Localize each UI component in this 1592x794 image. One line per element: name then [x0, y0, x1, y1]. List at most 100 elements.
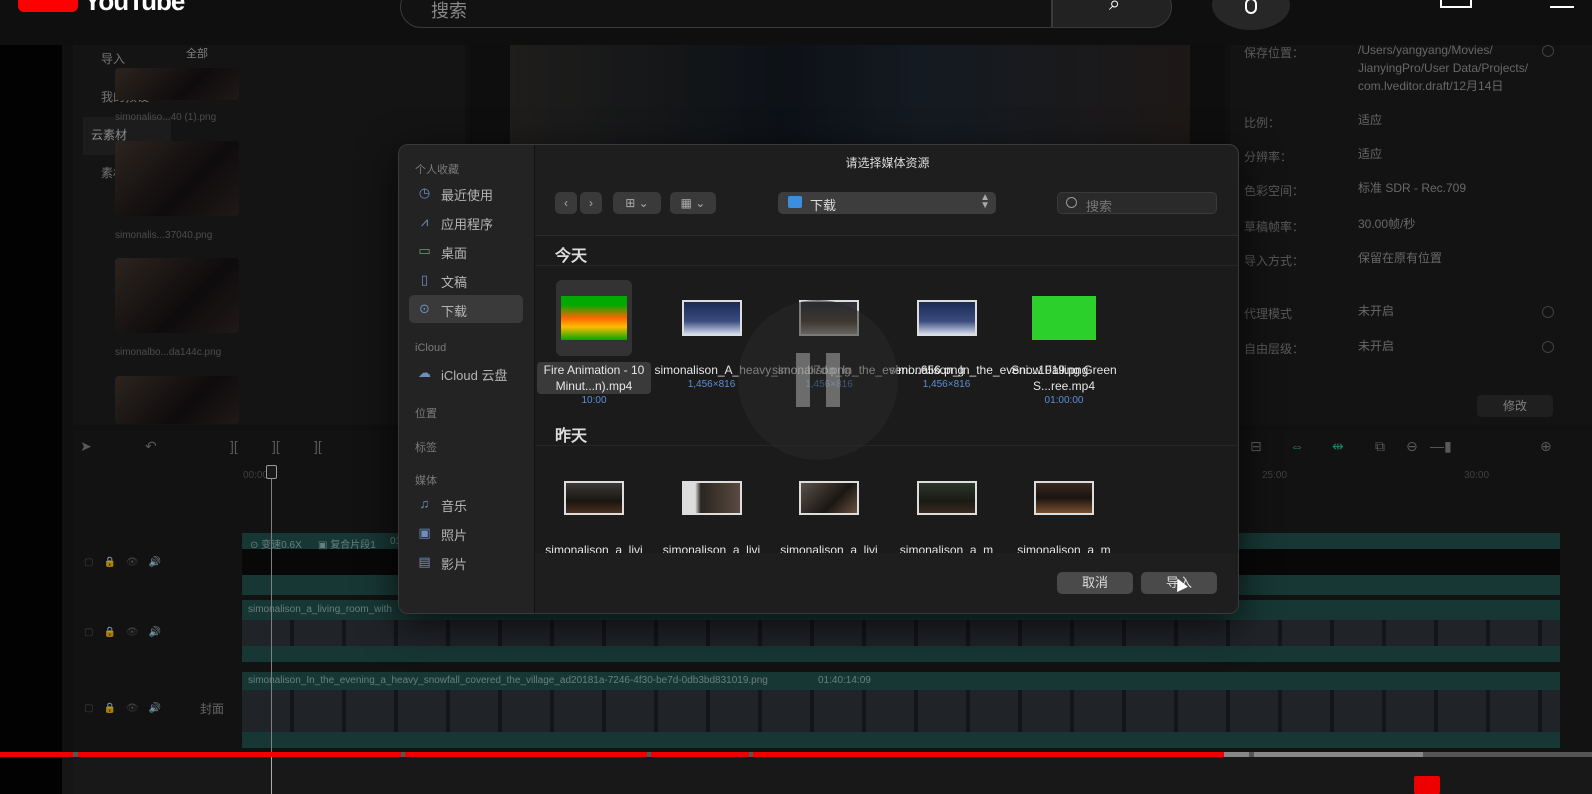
sidebar-item-cloud[interactable]: ☁ iCloud 云盘	[409, 359, 523, 387]
youtube-search-button[interactable]: ⌕	[1052, 0, 1172, 28]
dialog-toolbar: ‹ › ⊞ ⌄ ▦ ⌄ 下载 ▲ ▼ 搜索	[535, 175, 1238, 235]
pause-overlay[interactable]	[738, 300, 898, 460]
file-meta: 01:00:00	[1044, 395, 1084, 406]
film-icon: ▤	[418, 554, 431, 569]
sidebar-item-apps[interactable]: ⩘ 应用程序	[409, 208, 523, 236]
file-item[interactable]: Snow Falling Green S...ree.mp4 01:00:00	[1007, 280, 1121, 406]
sidebar-item-clock[interactable]: ◷ 最近使用	[409, 179, 523, 207]
file-thumbnail-frame	[1026, 280, 1102, 356]
file-thumbnail	[916, 481, 977, 515]
file-meta: 10:00	[581, 395, 607, 406]
file-thumbnail-frame	[909, 280, 985, 356]
file-thumbnail	[799, 481, 859, 515]
sidebar-favorites-header: 个人收藏	[415, 164, 459, 176]
file-name: Snow Falling Green S...ree.mp4	[1011, 363, 1117, 393]
file-item[interactable]: simonalison_a_livi	[772, 460, 886, 558]
download-icon: ⊙	[419, 301, 430, 316]
sidebar-item-label: 最近使用	[441, 188, 494, 203]
back-button[interactable]: ‹	[555, 192, 577, 214]
dialog-sidebar: 个人收藏 ◷ 最近使用 ⩘ 应用程序 ▭ 桌面 ▯ 文稿 ⊙ 下载 iCloud ☁ iCloud …	[399, 145, 535, 613]
sidebar-item-label: 下载	[441, 304, 468, 319]
progress-chapter-played	[78, 752, 401, 757]
group-grid-icon: ▦ ⌄	[680, 196, 706, 210]
youtube-brand-text[interactable]: YouTube	[84, 0, 185, 17]
pause-icon	[796, 353, 810, 407]
group-mode-button[interactable]: ▦ ⌄	[670, 192, 716, 214]
clock-icon: ◷	[418, 185, 431, 200]
sidebar-item-music[interactable]: ♫ 音乐	[409, 490, 523, 518]
file-item[interactable]: simonalison_a_m	[1007, 460, 1121, 558]
file-thumbnail	[916, 300, 977, 336]
sidebar-item-label: 影片	[441, 557, 468, 572]
sidebar-item-photo[interactable]: ▣ 照片	[409, 519, 523, 547]
file-name: simonalison_In_the_eveni...1019.png	[889, 363, 1089, 377]
dialog-footer: 取消 导入	[535, 553, 1238, 613]
youtube-top-bar: YouTube 搜索 ⌕	[0, 0, 1592, 45]
sidebar-tags-header: 标签	[415, 442, 437, 454]
location-label: 下载	[810, 198, 837, 213]
sidebar-locations-header: 位置	[415, 408, 437, 420]
file-thumbnail	[561, 296, 627, 340]
sidebar-icloud-header: iCloud	[415, 342, 447, 354]
file-thumbnail-frame	[556, 460, 632, 536]
file-thumbnail-frame	[556, 280, 632, 356]
sidebar-item-label: iCloud 云盘	[441, 368, 508, 383]
sidebar-item-film[interactable]: ▤ 影片	[409, 548, 523, 576]
sidebar-item-desktop[interactable]: ▭ 桌面	[409, 237, 523, 265]
progress-chapter-played	[405, 752, 647, 757]
progress-chapter-played	[753, 752, 1224, 757]
progress-chapter-played	[651, 752, 749, 757]
file-group-header: 今天	[535, 236, 1238, 266]
document-icon: ▯	[420, 272, 429, 287]
notification-icon[interactable]	[1550, 0, 1574, 8]
sidebar-item-label: 照片	[441, 528, 468, 543]
file-thumbnail-frame	[1026, 460, 1102, 536]
file-thumbnail-frame	[674, 460, 750, 536]
sidebar-item-document[interactable]: ▯ 文稿	[409, 266, 523, 294]
apps-icon: ⩘	[420, 214, 429, 229]
file-item[interactable]: simonalison_In_the_eveni...1019.png 1,456…	[889, 280, 1089, 390]
desktop-icon: ▭	[418, 243, 431, 258]
progress-chapter-played	[0, 752, 73, 757]
forward-button[interactable]: ›	[580, 192, 602, 214]
chevron-updown-icon: ▲ ▼	[980, 192, 990, 211]
location-select[interactable]: 下载 ▲ ▼	[778, 192, 996, 214]
file-name: Fire Animation - 10 Minut...n).mp4	[537, 362, 651, 394]
sidebar-item-label: 桌面	[441, 246, 468, 261]
sidebar-media-header: 媒体	[415, 475, 437, 487]
file-thumbnail	[564, 481, 624, 515]
file-thumbnail-frame	[909, 460, 985, 536]
photo-icon: ▣	[418, 525, 431, 540]
microphone-icon	[1245, 0, 1257, 14]
youtube-logo-icon[interactable]	[18, 0, 78, 12]
progress-buffered	[1224, 752, 1249, 757]
youtube-search-input[interactable]: 搜索	[400, 0, 1052, 28]
file-meta: 1,456×816	[922, 379, 971, 390]
view-mode-button[interactable]: ⊞ ⌄	[613, 192, 661, 214]
voice-search-button[interactable]	[1212, 0, 1290, 30]
create-icon[interactable]	[1440, 0, 1472, 8]
file-thumbnail	[1032, 296, 1096, 340]
search-icon: ⌕	[1109, 0, 1121, 15]
youtube-mini-icon	[1414, 776, 1440, 794]
dialog-title: 请选择媒体资源	[845, 156, 930, 170]
cancel-button[interactable]: 取消	[1057, 572, 1133, 594]
music-icon: ♫	[419, 496, 430, 511]
sidebar-item-label: 文稿	[441, 275, 468, 290]
file-group-header: 昨天	[535, 416, 1238, 446]
dialog-search-input[interactable]: 搜索	[1057, 192, 1217, 214]
file-thumbnail-frame	[791, 460, 867, 536]
file-item[interactable]: simonalison_a_livi	[655, 460, 769, 558]
file-thumbnail	[681, 481, 742, 515]
sidebar-item-label: 应用程序	[441, 217, 494, 232]
pause-icon	[826, 353, 840, 407]
file-thumbnail-frame	[674, 280, 750, 356]
grid-icon: ⊞ ⌄	[625, 196, 649, 210]
file-item[interactable]: simonalison_a_livi	[537, 460, 651, 558]
sidebar-item-label: 音乐	[441, 499, 468, 514]
search-placeholder: 搜索	[1086, 199, 1113, 214]
file-item[interactable]: simonalison_a_m	[890, 460, 1004, 558]
sidebar-item-download[interactable]: ⊙ 下载	[409, 295, 523, 323]
file-item[interactable]: Fire Animation - 10 Minut...n).mp4 10:00	[537, 280, 651, 406]
search-icon	[1066, 197, 1077, 208]
